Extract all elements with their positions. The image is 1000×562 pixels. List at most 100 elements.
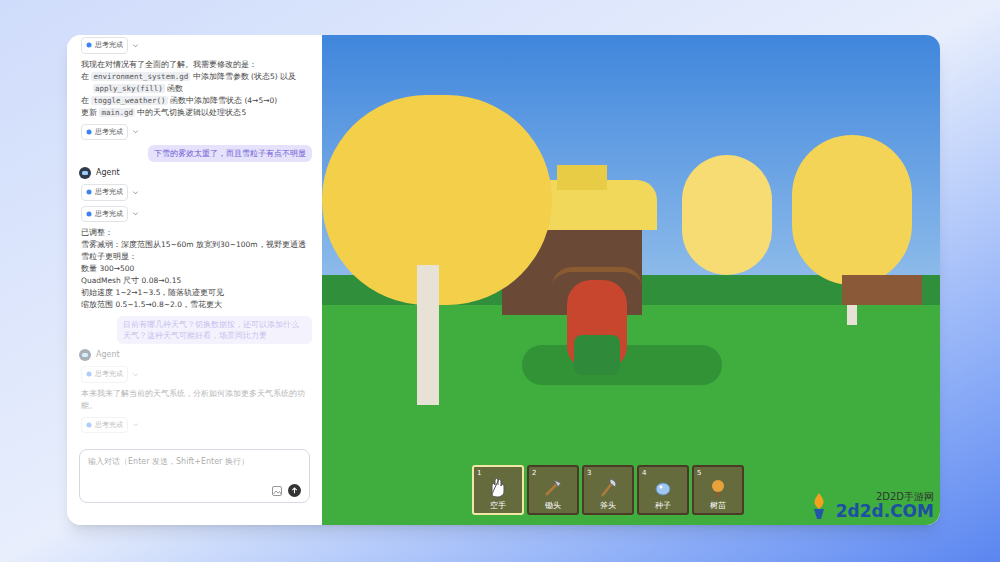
thinking-chip[interactable]: 思考完成 <box>81 206 128 223</box>
torch-logo-icon <box>806 491 832 521</box>
watermark-name: 2D2D手游网 <box>876 491 934 502</box>
chip-label: 思考完成 <box>95 187 123 198</box>
inline-code: apply_sky(fill) <box>93 84 165 93</box>
text-span: 中添加降雪参数 (状态5) 以及 <box>190 72 296 81</box>
chat-message: 下雪的雾效太重了，而且雪粒子有点不明显 <box>77 145 312 162</box>
chat-message: 思考完成 <box>77 37 312 54</box>
chat-panel: 思考完成我现在对情况有了全面的了解。我需要修改的是：在 environment_… <box>67 35 322 525</box>
chat-message: Agent <box>77 167 312 179</box>
tree-crown <box>682 155 772 275</box>
slot-label: 斧头 <box>600 500 616 511</box>
slot-key: 4 <box>642 468 646 479</box>
agent-label: Agent <box>96 349 120 361</box>
text-span: QuadMesh 尺寸 0.08→0.15 <box>81 276 181 285</box>
sapling-icon <box>706 476 730 500</box>
slot-key: 3 <box>587 468 591 479</box>
text-span: 更新 <box>81 108 99 117</box>
status-dot-icon <box>86 371 92 377</box>
message-line: 初始速度 1~2→1~3.5，随落轨迹更可见 <box>81 287 312 299</box>
watermark-url: 2d2d.COM <box>836 502 934 521</box>
hand-icon <box>486 476 510 500</box>
thinking-chip[interactable]: 思考完成 <box>81 366 128 383</box>
robot-avatar-icon <box>79 349 91 361</box>
chat-message: 思考完成 <box>77 366 312 383</box>
arrow-up-icon <box>291 487 298 494</box>
message-line: 缩放范围 0.5~1.5→0.8~2.0，雪花更大 <box>81 299 312 311</box>
chip-label: 思考完成 <box>95 40 123 51</box>
text-span: 中的天气切换逻辑以处理状态5 <box>135 108 246 117</box>
inline-code: main.gd <box>99 108 135 117</box>
watermark: 2D2D手游网 2d2d.COM <box>806 491 934 521</box>
slot-label: 种子 <box>655 500 671 511</box>
chip-label: 思考完成 <box>95 209 123 220</box>
chevron-down-icon <box>132 371 139 378</box>
hotbar-slot[interactable]: 2 锄头 <box>527 465 579 515</box>
game-view[interactable]: 1空手 2 锄头 3 斧头 4 种子 5树苗 2D2D手游网 2d2d.COM <box>322 35 940 525</box>
chat-message: Agent <box>77 349 312 361</box>
chat-input[interactable] <box>88 456 301 468</box>
message-line: 我现在对情况有了全面的了解。我需要修改的是： <box>81 59 312 71</box>
slot-key: 2 <box>532 468 536 479</box>
text-span: 数量 300→500 <box>81 264 134 273</box>
message-line: 雪雾减弱：深度范围从15~60m 放宽到30~100m，视野更通透 <box>81 239 312 251</box>
user-bubble: 目前有哪几种天气？切换数据按，还可以添加什么天气？这种天气可能好看，场景同比力要 <box>117 316 312 344</box>
thinking-chip[interactable]: 思考完成 <box>81 417 128 434</box>
message-line: 在 environment_system.gd 中添加降雪参数 (状态5) 以及 <box>81 71 312 83</box>
chat-message: 我现在对情况有了全面的了解。我需要修改的是： 在 environment_syst… <box>77 59 312 119</box>
chat-input-box[interactable] <box>79 449 310 503</box>
app-window: 思考完成我现在对情况有了全面的了解。我需要修改的是：在 environment_… <box>67 35 940 525</box>
status-dot-icon <box>86 189 92 195</box>
thinking-chip[interactable]: 思考完成 <box>81 124 128 141</box>
chat-message: 思考完成 <box>77 184 312 201</box>
message-list: 思考完成我现在对情况有了全面的了解。我需要修改的是：在 environment_… <box>67 35 322 443</box>
text-span: 函数中添加降雪状态 (4→5→0) <box>168 96 278 105</box>
hotbar-slot[interactable]: 1空手 <box>472 465 524 515</box>
chevron-down-icon <box>132 421 139 428</box>
text-span: 缩放范围 0.5~1.5→0.8~2.0，雪花更大 <box>81 300 222 309</box>
message-line: apply_sky(fill) 函数 <box>81 83 312 95</box>
text-span: 雪雾减弱：深度范围从15~60m 放宽到30~100m，视野更通透 <box>81 240 306 249</box>
chip-label: 思考完成 <box>95 420 123 431</box>
axe-icon <box>596 476 620 500</box>
message-line: 数量 300→500 <box>81 263 312 275</box>
message-line: 已调整： <box>81 227 312 239</box>
message-line: 雪粒子更明显： <box>81 251 312 263</box>
slot-key: 5 <box>697 468 701 479</box>
inline-code: toggle_weather() <box>91 96 167 105</box>
chip-label: 思考完成 <box>95 369 123 380</box>
text-span: 已调整： <box>81 228 113 237</box>
character-antlers <box>552 267 642 287</box>
chat-message: 思考完成 <box>77 417 312 434</box>
status-dot-icon <box>86 129 92 135</box>
chat-message: 思考完成 <box>77 206 312 223</box>
chimney <box>557 165 607 190</box>
user-bubble: 下雪的雾效太重了，而且雪粒子有点不明显 <box>148 145 312 162</box>
inline-code: environment_system.gd <box>91 72 190 81</box>
text-span: 雪粒子更明显： <box>81 252 137 261</box>
tree-trunk <box>417 265 439 405</box>
robot-avatar-icon <box>79 167 91 179</box>
status-dot-icon <box>86 42 92 48</box>
hotbar-slot[interactable]: 4 种子 <box>637 465 689 515</box>
thinking-chip[interactable]: 思考完成 <box>81 37 128 54</box>
status-dot-icon <box>86 422 92 428</box>
text-span: 在 <box>81 96 91 105</box>
slot-label: 锄头 <box>545 500 561 511</box>
image-icon[interactable] <box>272 486 282 496</box>
chat-message: 本来我来了解当前的天气系统，分析如何添加更多天气系统的功能。 <box>77 388 312 412</box>
thinking-chip[interactable]: 思考完成 <box>81 184 128 201</box>
message-line: 本来我来了解当前的天气系统，分析如何添加更多天气系统的功能。 <box>81 388 312 412</box>
text-span: 我现在对情况有了全面的了解。我需要修改的是： <box>81 60 257 69</box>
send-button[interactable] <box>288 484 301 497</box>
message-line: 在 toggle_weather() 函数中添加降雪状态 (4→5→0) <box>81 95 312 107</box>
fence <box>842 275 922 305</box>
hotbar: 1空手 2 锄头 3 斧头 4 种子 5树苗 <box>472 465 744 515</box>
tree-crown <box>792 135 912 285</box>
chat-message: 思考完成 <box>77 124 312 141</box>
text-span: 本来我来了解当前的天气系统，分析如何添加更多天气系统的功能。 <box>81 389 305 410</box>
chevron-down-icon <box>132 189 139 196</box>
status-dot-icon <box>86 211 92 217</box>
chevron-down-icon <box>132 42 139 49</box>
hotbar-slot[interactable]: 3 斧头 <box>582 465 634 515</box>
hotbar-slot[interactable]: 5树苗 <box>692 465 744 515</box>
